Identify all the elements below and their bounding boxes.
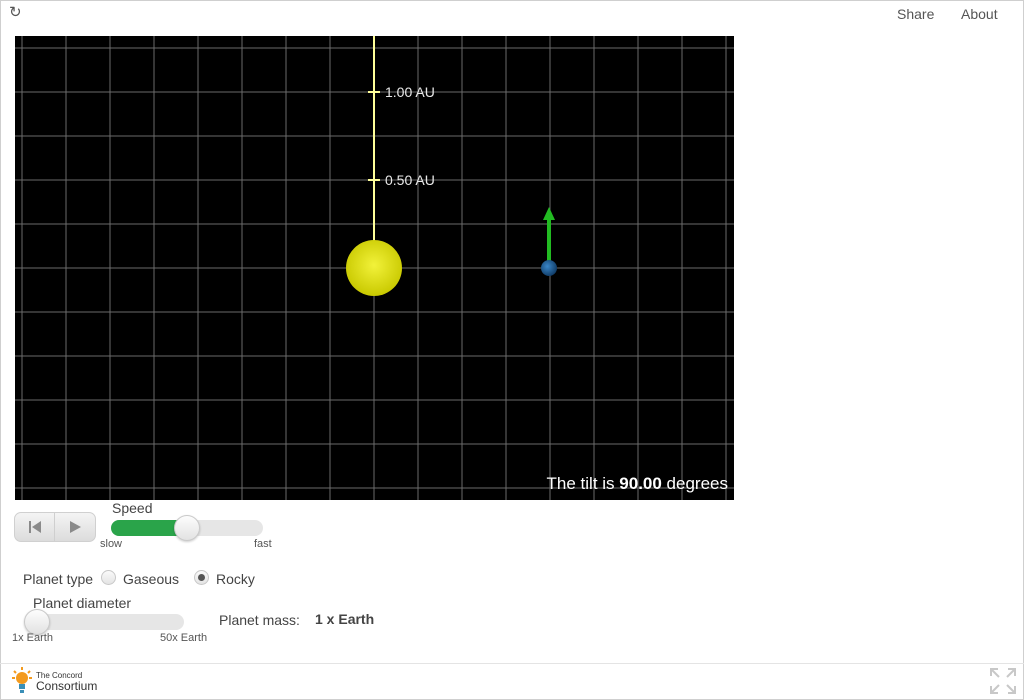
reload-icon[interactable]: ↻	[9, 5, 25, 21]
distance-label-1au: 1.00 AU	[385, 84, 435, 100]
play-icon	[70, 521, 81, 533]
tilt-arrow-head	[543, 207, 555, 220]
distance-label-05au: 0.50 AU	[385, 172, 435, 188]
speed-min-label: slow	[100, 538, 123, 550]
speed-slider-thumb[interactable]	[174, 515, 200, 541]
planet-type-label: Planet type	[23, 571, 94, 587]
gaseous-label[interactable]: Gaseous	[123, 571, 179, 587]
about-link[interactable]: About	[961, 6, 998, 22]
tilt-suffix: degrees	[661, 474, 728, 493]
orbit-canvas: 1.00 AU 0.50 AU	[15, 36, 734, 500]
logo-line2: Consortium	[36, 679, 98, 693]
share-link[interactable]: Share	[897, 6, 934, 22]
sun	[346, 240, 402, 296]
tilt-prefix: The tilt is	[546, 474, 620, 493]
simulation-view[interactable]: 1.00 AU 0.50 AU The tilt is 90.00 degree…	[15, 36, 734, 500]
tilt-value: 90.00	[619, 474, 662, 493]
lightbulb-logo-icon	[12, 667, 32, 693]
tilt-readout: The tilt is 90.00 degrees	[547, 474, 728, 494]
play-button[interactable]	[55, 513, 95, 541]
fullscreen-button[interactable]	[990, 668, 1016, 694]
footer-divider	[0, 663, 1024, 664]
skip-back-icon	[29, 521, 41, 533]
speed-max-label: fast	[254, 538, 272, 550]
rocky-radio[interactable]	[194, 570, 209, 585]
concord-logo[interactable]: The Concord Consortium	[10, 667, 110, 695]
planet-mass-value: 1 x Earth	[315, 611, 375, 627]
fullscreen-icon	[990, 668, 1016, 694]
reset-button[interactable]	[15, 513, 55, 541]
diameter-min-label: 1x Earth	[12, 632, 53, 644]
rocky-label[interactable]: Rocky	[216, 571, 255, 587]
gaseous-radio[interactable]	[101, 570, 116, 585]
diameter-max-label: 50x Earth	[160, 632, 208, 644]
speed-label: Speed	[112, 500, 153, 516]
planet-mass-label: Planet mass:	[219, 612, 300, 628]
planet	[541, 260, 557, 276]
logo-text: The Concord Consortium	[36, 669, 97, 692]
playback-controls	[14, 512, 96, 542]
planet-diameter-label: Planet diameter	[33, 595, 132, 611]
diameter-slider-track[interactable]	[32, 614, 184, 630]
